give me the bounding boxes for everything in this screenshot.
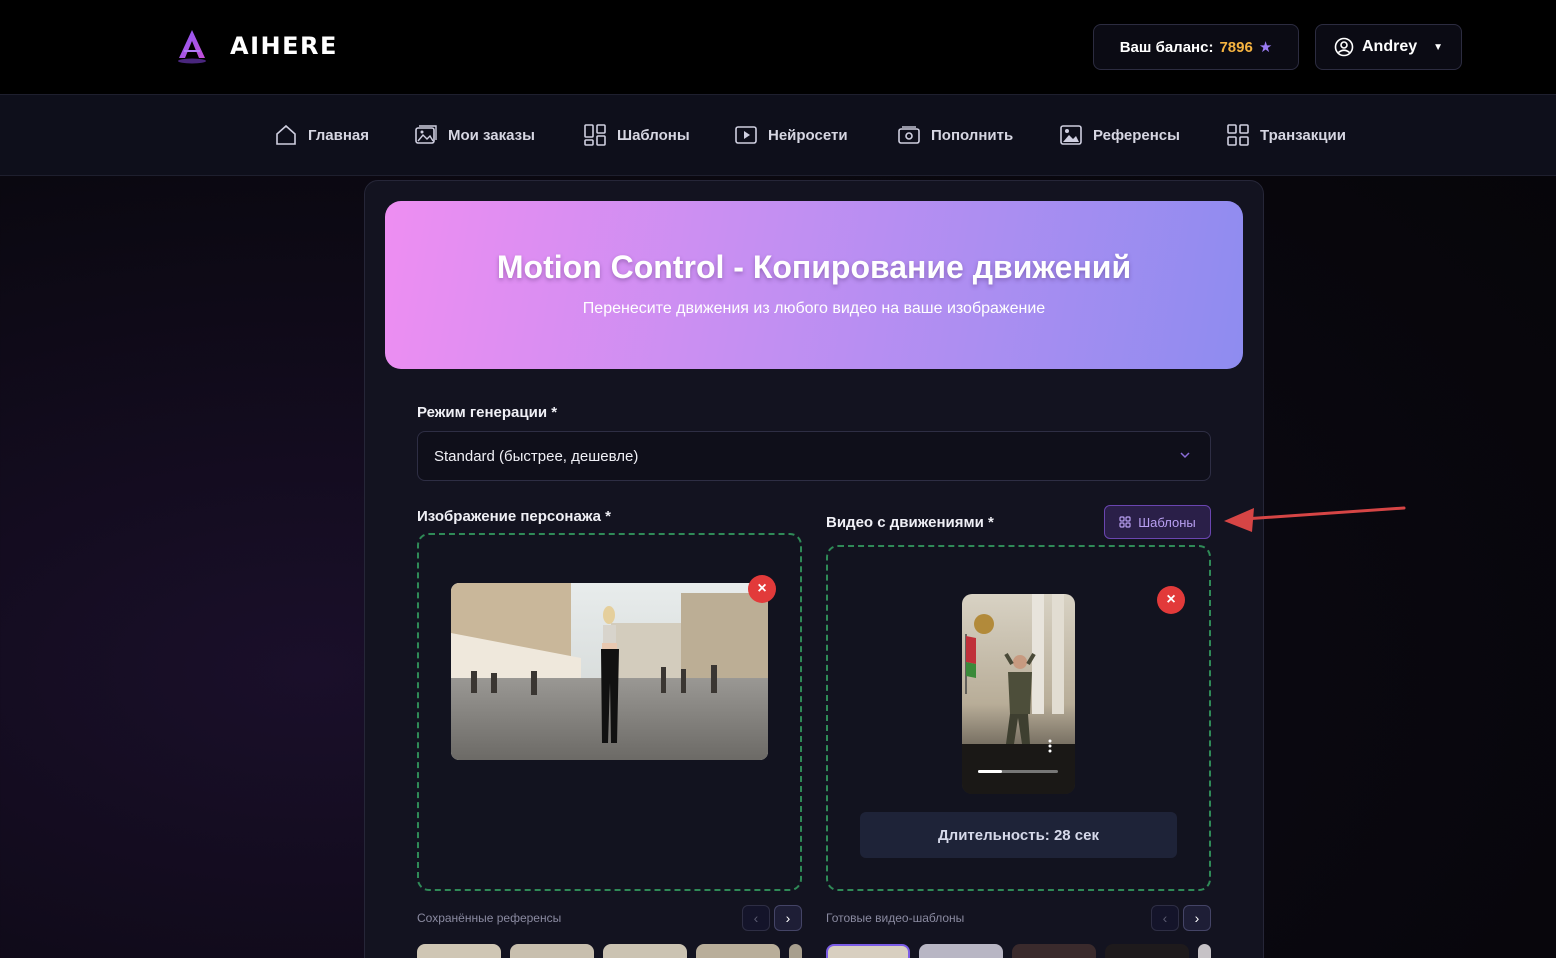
page-title: Motion Control - Копирование движений <box>496 249 1132 285</box>
chevron-down-icon <box>1180 452 1190 459</box>
generation-mode-select[interactable]: Standard (быстрее, дешевле) <box>417 431 1211 481</box>
logo-icon <box>178 30 206 64</box>
nav-item-orders[interactable]: Мои заказы <box>414 123 535 147</box>
brand-logo[interactable]: AIHERE <box>172 26 338 66</box>
saved-reference-thumb[interactable] <box>417 944 501 958</box>
chevron-down-icon: ▼ <box>1433 41 1444 53</box>
balance-badge[interactable]: Ваш баланс: 7896 ★ <box>1093 24 1299 70</box>
saved-reference-thumb[interactable] <box>789 944 802 958</box>
nav-item-top-up[interactable]: Пополнить <box>897 123 1013 147</box>
grid-icon <box>584 124 606 146</box>
video-template-thumb[interactable] <box>1105 944 1189 958</box>
play-icon <box>735 126 757 144</box>
mode-label: Режим генерации * <box>417 404 558 421</box>
wallet-icon <box>898 126 920 144</box>
video-template-thumb[interactable] <box>919 944 1003 958</box>
nav-label: Мои заказы <box>448 126 535 144</box>
video-templates-label: Готовые видео-шаблоны <box>826 911 965 925</box>
brand-name: AIHERE <box>230 32 338 60</box>
saved-reference-thumb[interactable] <box>696 944 780 958</box>
hero-banner: Motion Control - Копирование движений Пе… <box>385 201 1243 369</box>
nav-item-templates[interactable]: Шаблоны <box>583 123 690 147</box>
video-templates-prev-button[interactable]: ‹ <box>1151 905 1179 931</box>
video-templates-next-button[interactable]: › <box>1183 905 1211 931</box>
mode-value: Standard (быстрее, дешевле) <box>434 447 639 465</box>
video-label: Видео с движениями * <box>826 514 994 531</box>
video-template-thumb[interactable] <box>1198 944 1211 958</box>
nav-label: Нейросети <box>768 126 848 144</box>
nav-label: Главная <box>308 126 370 144</box>
annotation-arrow <box>1224 506 1406 532</box>
image-label: Изображение персонажа * <box>417 508 612 525</box>
image-gallery-icon <box>415 125 437 144</box>
grid-icon <box>1119 516 1131 528</box>
nav-item-home[interactable]: Главная <box>274 123 369 147</box>
star-icon: ★ <box>1258 39 1273 56</box>
chevron-right-icon: › <box>785 910 791 926</box>
nav-label: Пополнить <box>931 126 1014 144</box>
chevron-right-icon: › <box>1194 910 1200 926</box>
top-bar: AIHERE Ваш баланс: 7896 ★ Andrey ▼ <box>0 0 1556 94</box>
templates-button-label: Шаблоны <box>1138 514 1196 530</box>
user-avatar-icon <box>1334 37 1354 57</box>
chevron-left-icon: ‹ <box>753 910 759 926</box>
grid-icon <box>1227 124 1249 146</box>
remove-video-button[interactable]: × <box>1157 586 1185 614</box>
motion-video-preview[interactable] <box>962 594 1075 794</box>
nav-label: Референсы <box>1093 126 1180 144</box>
video-template-thumb[interactable] <box>1012 944 1096 958</box>
saved-reference-thumb[interactable] <box>510 944 594 958</box>
nav-item-references[interactable]: Референсы <box>1059 123 1180 147</box>
saved-refs-next-button[interactable]: › <box>774 905 802 931</box>
nav-item-neural-networks[interactable]: Нейросети <box>734 123 848 147</box>
character-image-preview <box>451 583 768 760</box>
video-template-thumb[interactable] <box>826 944 910 958</box>
nav-item-transactions[interactable]: Транзакции <box>1226 123 1346 147</box>
close-icon: × <box>1166 591 1176 608</box>
balance-value: 7896 <box>1219 38 1253 56</box>
saved-refs-prev-button[interactable]: ‹ <box>742 905 770 931</box>
nav-label: Транзакции <box>1260 126 1346 144</box>
page-subtitle: Перенесите движения из любого видео на в… <box>582 300 1046 317</box>
remove-image-button[interactable]: × <box>748 575 776 603</box>
templates-button[interactable]: Шаблоны <box>1104 505 1211 539</box>
close-icon: × <box>757 580 767 597</box>
saved-references-label: Сохранённые референсы <box>417 911 562 925</box>
user-menu-button[interactable]: Andrey ▼ <box>1315 24 1462 70</box>
chevron-left-icon: ‹ <box>1162 910 1168 926</box>
video-duration: Длительность: 28 сек <box>860 812 1177 858</box>
main-nav: Главная Мои заказы Шаблоны Нейросети Поп… <box>0 94 1556 176</box>
balance-label: Ваш баланс: <box>1119 38 1214 56</box>
picture-icon <box>1060 125 1082 145</box>
saved-reference-thumb[interactable] <box>603 944 687 958</box>
user-name: Andrey <box>1361 38 1418 55</box>
home-icon <box>276 124 296 145</box>
nav-label: Шаблоны <box>617 126 690 144</box>
